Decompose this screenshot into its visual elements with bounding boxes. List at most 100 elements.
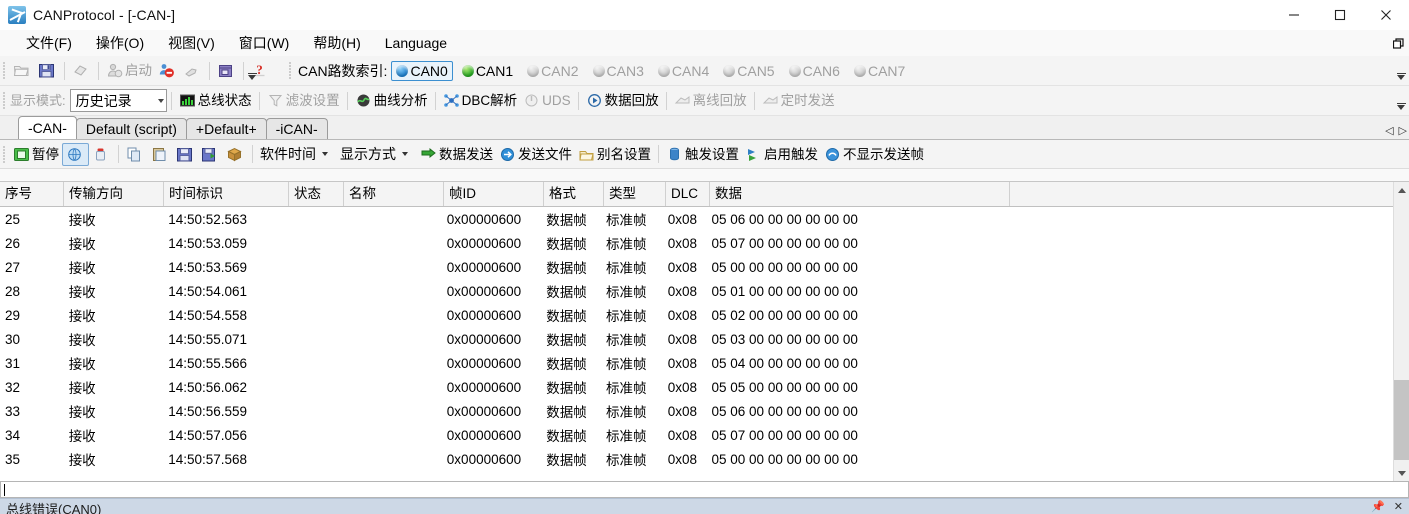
table-vertical-scrollbar[interactable]: [1393, 182, 1409, 481]
realtime-refresh-button[interactable]: [62, 142, 89, 166]
tab-can[interactable]: -CAN-: [18, 116, 77, 139]
offline-playback-button[interactable]: 离线回放: [671, 89, 750, 112]
table-row[interactable]: 26 接收 14:50:53.059 0x00000600 数据帧 标准帧 0x08 05 0…: [0, 231, 1393, 255]
tab-ican[interactable]: -iCAN-: [265, 118, 328, 139]
can-channel-can2[interactable]: CAN2: [522, 61, 583, 81]
table-column-header-dlc[interactable]: DLC: [666, 182, 710, 206]
close-small-icon[interactable]: ✕: [1394, 500, 1403, 513]
clear-button[interactable]: [89, 143, 114, 166]
pause-button[interactable]: 暂停: [10, 143, 62, 166]
paste-button[interactable]: [148, 143, 173, 166]
display-mode-select[interactable]: 历史记录: [69, 89, 167, 112]
save-data-button[interactable]: [173, 143, 198, 166]
data-playback-button[interactable]: 数据回放: [583, 89, 662, 112]
table-row[interactable]: 25 接收 14:50:52.563 0x00000600 数据帧 标准帧 0x08 05 0…: [0, 207, 1393, 231]
send-file-button[interactable]: 发送文件: [496, 143, 575, 166]
scroll-thumb[interactable]: [1394, 380, 1409, 460]
alias-settings-button[interactable]: 别名设置: [575, 143, 654, 166]
stop-button[interactable]: [155, 59, 180, 82]
table-column-header-index[interactable]: 序号: [0, 182, 64, 206]
copy-button[interactable]: [123, 143, 148, 166]
table-cell-frame_id: 0x00000600: [446, 331, 522, 347]
menu-file[interactable]: 文件(F): [14, 30, 84, 56]
pin-icon[interactable]: 📌: [1371, 500, 1385, 513]
uds-button[interactable]: UDS: [520, 89, 574, 112]
table-row[interactable]: 34 接收 14:50:57.056 0x00000600 数据帧 标准帧 0x08 05 0…: [0, 423, 1393, 447]
close-button[interactable]: [1363, 0, 1409, 30]
tab-default-script[interactable]: Default (script): [75, 118, 187, 139]
table-row[interactable]: 29 接收 14:50:54.558 0x00000600 数据帧 标准帧 0x08 05 0…: [0, 303, 1393, 327]
table-cell-direction: 接收: [68, 453, 96, 468]
config-button[interactable]: [180, 59, 205, 82]
table-column-header-timestamp[interactable]: 时间标识: [164, 182, 289, 206]
display-mode-label: 显示模式:: [10, 93, 66, 108]
table-row[interactable]: 32 接收 14:50:56.062 0x00000600 数据帧 标准帧 0x08 05 0…: [0, 375, 1393, 399]
mode-toolbar-grip[interactable]: [3, 92, 6, 109]
time-source-menu[interactable]: 软件时间: [257, 143, 331, 166]
mdi-restore-icon[interactable]: [1390, 35, 1406, 51]
toolbar-grip-2[interactable]: [289, 62, 292, 79]
tab-plus-default[interactable]: +Default+: [185, 118, 267, 139]
menu-view[interactable]: 视图(V): [156, 30, 227, 56]
can-channel-can0[interactable]: CAN0: [391, 60, 453, 81]
dbc-parse-button[interactable]: DBC解析: [440, 89, 521, 112]
can-channel-can6[interactable]: CAN6: [784, 61, 845, 81]
table-row[interactable]: 33 接收 14:50:56.559 0x00000600 数据帧 标准帧 0x08 05 0…: [0, 399, 1393, 423]
menu-operation[interactable]: 操作(O): [84, 30, 156, 56]
table-column-header-blank[interactable]: [1010, 182, 1400, 206]
hide-send-frames-button[interactable]: 不显示发送帧: [821, 143, 927, 166]
table-row[interactable]: 35 接收 14:50:57.568 0x00000600 数据帧 标准帧 0x08 05 0…: [0, 447, 1393, 471]
table-column-header-type[interactable]: 类型: [604, 182, 666, 206]
filter-settings-button[interactable]: 滤波设置: [264, 89, 343, 112]
can-channel-can4[interactable]: CAN4: [653, 61, 714, 81]
can-channel-can5[interactable]: CAN5: [718, 61, 779, 81]
table-row[interactable]: 30 接收 14:50:55.071 0x00000600 数据帧 标准帧 0x08 05 0…: [0, 327, 1393, 351]
mode-toolbar-overflow-button[interactable]: [1395, 90, 1407, 110]
enable-trigger-button[interactable]: 启用触发: [742, 143, 821, 166]
table-cell-frame_id: 0x00000600: [446, 235, 522, 251]
table-row[interactable]: 27 接收 14:50:53.569 0x00000600 数据帧 标准帧 0x08 05 0…: [0, 255, 1393, 279]
table-column-header-direction[interactable]: 传输方向: [64, 182, 164, 206]
menu-language[interactable]: Language: [373, 32, 459, 54]
scroll-up-arrow-icon[interactable]: [1394, 182, 1409, 198]
table-column-header-status[interactable]: 状态: [289, 182, 344, 206]
menu-window[interactable]: 窗口(W): [227, 30, 302, 56]
export-data-button[interactable]: [198, 143, 223, 166]
curve-analysis-button[interactable]: 曲线分析: [352, 89, 431, 112]
table-column-header-format[interactable]: 格式: [544, 182, 604, 206]
tab-scroll-prev-icon[interactable]: ◁: [1385, 126, 1393, 137]
table-column-header-data[interactable]: 数据: [710, 182, 1010, 206]
data-send-button[interactable]: 数据发送: [417, 143, 496, 166]
timed-send-button[interactable]: 定时发送: [759, 89, 838, 112]
table-column-header-frame_id[interactable]: 帧ID: [444, 182, 544, 206]
table-cell-timestamp: 14:50:57.056: [168, 427, 248, 443]
menu-help[interactable]: 帮助(H): [301, 30, 372, 56]
can-channel-can7[interactable]: CAN7: [849, 61, 910, 81]
table-cell-direction: 接收: [68, 261, 96, 276]
table-column-header-name[interactable]: 名称: [344, 182, 444, 206]
start-button[interactable]: 启动: [103, 59, 155, 82]
toolbar-overflow-button[interactable]: [246, 60, 258, 80]
can-toolbar-overflow-button[interactable]: [1395, 60, 1407, 80]
command-input[interactable]: [0, 481, 1409, 498]
display-mode-menu[interactable]: 显示方式: [337, 143, 411, 166]
scroll-down-arrow-icon[interactable]: [1394, 465, 1409, 481]
can-channel-can1[interactable]: CAN1: [457, 61, 518, 81]
save-floppy-icon: [38, 62, 55, 79]
merge-button[interactable]: [223, 143, 248, 166]
table-row[interactable]: 31 接收 14:50:55.566 0x00000600 数据帧 标准帧 0x08 05 0…: [0, 351, 1393, 375]
save-button[interactable]: [35, 59, 60, 82]
can-channel-label: CAN0: [410, 62, 448, 79]
bus-status-button[interactable]: 总线状态: [176, 89, 255, 112]
toolbar-grip[interactable]: [3, 62, 6, 79]
tab-scroll-next-icon[interactable]: ▷: [1399, 126, 1407, 137]
trigger-settings-button[interactable]: 触发设置: [663, 143, 742, 166]
package-button[interactable]: [214, 59, 239, 82]
content-toolbar-grip[interactable]: [3, 145, 6, 163]
minimize-button[interactable]: [1271, 0, 1317, 30]
open-button[interactable]: [10, 59, 35, 82]
device-button[interactable]: [69, 59, 94, 82]
maximize-button[interactable]: [1317, 0, 1363, 30]
can-channel-can3[interactable]: CAN3: [588, 61, 649, 81]
table-row[interactable]: 28 接收 14:50:54.061 0x00000600 数据帧 标准帧 0x08 05 0…: [0, 279, 1393, 303]
